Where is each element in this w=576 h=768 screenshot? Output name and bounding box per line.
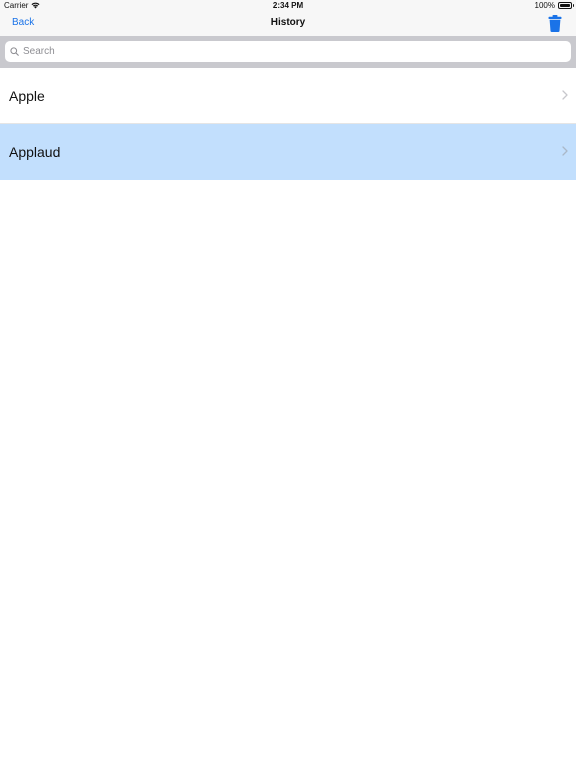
search-input[interactable] [23,46,543,57]
chevron-right-icon [562,90,568,100]
search-field[interactable] [5,41,571,62]
battery-icon [558,2,574,9]
battery-percent: 100% [534,1,555,10]
history-row-applaud[interactable]: Applaud [0,124,576,180]
status-right: 100% [534,1,574,10]
status-time: 2:34 PM [272,1,304,10]
history-row-label: Applaud [9,144,61,160]
status-bar: Carrier 2:34 PM 100% [0,0,576,12]
trash-icon [548,15,562,32]
clear-history-button[interactable] [548,15,562,32]
history-row-label: Apple [9,87,45,104]
page-title: History [270,17,306,28]
battery-fill [560,4,570,7]
search-icon [10,47,19,56]
search-bar [0,36,576,68]
history-row-apple[interactable]: Apple [0,68,576,124]
chevron-right-icon [562,146,568,156]
battery-tip [572,4,574,7]
navigation-bar: Back History [0,12,576,36]
history-list: Apple Applaud [0,68,576,180]
